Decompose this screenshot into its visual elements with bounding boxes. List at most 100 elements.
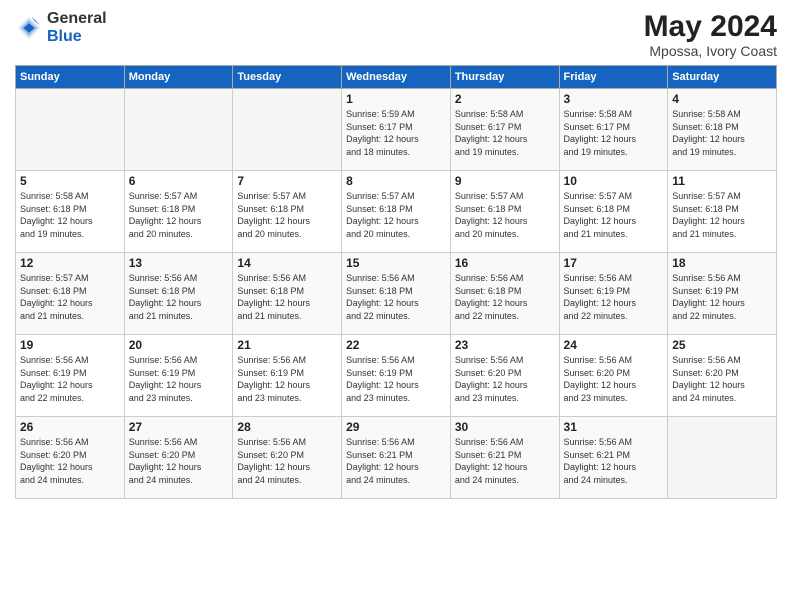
table-cell: 4 Sunrise: 5:58 AM Sunset: 6:18 PM Daylig… [668, 89, 777, 171]
table-cell: 8Sunrise: 5:57 AM Sunset: 6:18 PM Daylig… [342, 171, 451, 253]
day-info: Sunrise: 5:57 AM Sunset: 6:18 PM Dayligh… [346, 190, 446, 240]
day-info: Sunrise: 5:56 AM Sunset: 6:20 PM Dayligh… [672, 354, 772, 404]
day-info: Sunrise: 5:57 AM Sunset: 6:18 PM Dayligh… [672, 190, 772, 240]
table-cell: 31Sunrise: 5:56 AM Sunset: 6:21 PM Dayli… [559, 417, 668, 499]
day-info: Sunrise: 5:57 AM Sunset: 6:18 PM Dayligh… [237, 190, 337, 240]
calendar-header-row: Sunday Monday Tuesday Wednesday Thursday… [16, 66, 777, 89]
table-cell: 19 Sunrise: 5:56 AM Sunset: 6:19 PM Dayli… [16, 335, 125, 417]
day-number: 21 [237, 338, 337, 352]
calendar-week-1: 1 Sunrise: 5:59 AM Sunset: 6:17 PM Daylig… [16, 89, 777, 171]
day-number: 9 [455, 174, 555, 188]
day-info: Sunrise: 5:56 AM Sunset: 6:21 PM Dayligh… [346, 436, 446, 486]
table-cell: 11Sunrise: 5:57 AM Sunset: 6:18 PM Dayli… [668, 171, 777, 253]
day-number: 16 [455, 256, 555, 270]
col-monday: Monday [124, 66, 233, 89]
logo: General Blue [15, 10, 107, 45]
day-number: 24 [564, 338, 664, 352]
table-cell: 10 Sunrise: 5:57 AM Sunset: 6:18 PM Dayli… [559, 171, 668, 253]
day-number: 6 [129, 174, 229, 188]
day-number: 19 [20, 338, 120, 352]
calendar-week-4: 19 Sunrise: 5:56 AM Sunset: 6:19 PM Dayli… [16, 335, 777, 417]
table-cell: 16 Sunrise: 5:56 AM Sunset: 6:18 PM Dayli… [450, 253, 559, 335]
col-tuesday: Tuesday [233, 66, 342, 89]
logo-blue-text: Blue [47, 28, 82, 45]
day-number: 3 [564, 92, 664, 106]
day-number: 29 [346, 420, 446, 434]
col-wednesday: Wednesday [342, 66, 451, 89]
day-info: Sunrise: 5:58 AM Sunset: 6:17 PM Dayligh… [564, 108, 664, 158]
table-cell: 21Sunrise: 5:56 AM Sunset: 6:19 PM Dayli… [233, 335, 342, 417]
day-number: 27 [129, 420, 229, 434]
logo-icon [15, 14, 43, 42]
table-cell: 9Sunrise: 5:57 AM Sunset: 6:18 PM Daylig… [450, 171, 559, 253]
day-info: Sunrise: 5:56 AM Sunset: 6:19 PM Dayligh… [346, 354, 446, 404]
day-info: Sunrise: 5:56 AM Sunset: 6:20 PM Dayligh… [20, 436, 120, 486]
day-info: Sunrise: 5:56 AM Sunset: 6:18 PM Dayligh… [237, 272, 337, 322]
calendar-week-2: 5Sunrise: 5:58 AM Sunset: 6:18 PM Daylig… [16, 171, 777, 253]
header: General Blue May 2024 Mpossa, Ivory Coas… [15, 10, 777, 59]
day-number: 1 [346, 92, 446, 106]
table-cell: 7 Sunrise: 5:57 AM Sunset: 6:18 PM Daylig… [233, 171, 342, 253]
day-info: Sunrise: 5:56 AM Sunset: 6:20 PM Dayligh… [129, 436, 229, 486]
table-cell: 13 Sunrise: 5:56 AM Sunset: 6:18 PM Dayli… [124, 253, 233, 335]
table-cell: 17Sunrise: 5:56 AM Sunset: 6:19 PM Dayli… [559, 253, 668, 335]
table-cell: 1 Sunrise: 5:59 AM Sunset: 6:17 PM Daylig… [342, 89, 451, 171]
day-number: 4 [672, 92, 772, 106]
day-number: 7 [237, 174, 337, 188]
day-number: 25 [672, 338, 772, 352]
table-cell: 30Sunrise: 5:56 AM Sunset: 6:21 PM Dayli… [450, 417, 559, 499]
day-number: 28 [237, 420, 337, 434]
day-number: 13 [129, 256, 229, 270]
col-sunday: Sunday [16, 66, 125, 89]
day-info: Sunrise: 5:57 AM Sunset: 6:18 PM Dayligh… [20, 272, 120, 322]
day-number: 31 [564, 420, 664, 434]
table-cell: 18 Sunrise: 5:56 AM Sunset: 6:19 PM Dayli… [668, 253, 777, 335]
day-info: Sunrise: 5:56 AM Sunset: 6:21 PM Dayligh… [455, 436, 555, 486]
table-cell: 14 Sunrise: 5:56 AM Sunset: 6:18 PM Dayli… [233, 253, 342, 335]
calendar: Sunday Monday Tuesday Wednesday Thursday… [15, 65, 777, 499]
table-cell [16, 89, 125, 171]
calendar-week-3: 12 Sunrise: 5:57 AM Sunset: 6:18 PM Dayli… [16, 253, 777, 335]
day-number: 18 [672, 256, 772, 270]
day-info: Sunrise: 5:56 AM Sunset: 6:18 PM Dayligh… [455, 272, 555, 322]
day-info: Sunrise: 5:57 AM Sunset: 6:18 PM Dayligh… [129, 190, 229, 240]
table-cell: 25 Sunrise: 5:56 AM Sunset: 6:20 PM Dayli… [668, 335, 777, 417]
day-number: 20 [129, 338, 229, 352]
table-cell: 27 Sunrise: 5:56 AM Sunset: 6:20 PM Dayli… [124, 417, 233, 499]
day-info: Sunrise: 5:56 AM Sunset: 6:18 PM Dayligh… [346, 272, 446, 322]
logo-text: General Blue [47, 10, 107, 45]
day-info: Sunrise: 5:56 AM Sunset: 6:19 PM Dayligh… [672, 272, 772, 322]
day-info: Sunrise: 5:56 AM Sunset: 6:19 PM Dayligh… [20, 354, 120, 404]
day-number: 22 [346, 338, 446, 352]
table-cell: 6 Sunrise: 5:57 AM Sunset: 6:18 PM Daylig… [124, 171, 233, 253]
day-info: Sunrise: 5:56 AM Sunset: 6:19 PM Dayligh… [129, 354, 229, 404]
day-number: 14 [237, 256, 337, 270]
day-info: Sunrise: 5:57 AM Sunset: 6:18 PM Dayligh… [564, 190, 664, 240]
table-cell [668, 417, 777, 499]
table-cell: 5Sunrise: 5:58 AM Sunset: 6:18 PM Daylig… [16, 171, 125, 253]
col-thursday: Thursday [450, 66, 559, 89]
table-cell: 3 Sunrise: 5:58 AM Sunset: 6:17 PM Daylig… [559, 89, 668, 171]
day-info: Sunrise: 5:56 AM Sunset: 6:18 PM Dayligh… [129, 272, 229, 322]
table-cell: 12 Sunrise: 5:57 AM Sunset: 6:18 PM Dayli… [16, 253, 125, 335]
day-info: Sunrise: 5:56 AM Sunset: 6:19 PM Dayligh… [564, 272, 664, 322]
day-number: 2 [455, 92, 555, 106]
table-cell: 29 Sunrise: 5:56 AM Sunset: 6:21 PM Dayli… [342, 417, 451, 499]
day-number: 15 [346, 256, 446, 270]
day-info: Sunrise: 5:56 AM Sunset: 6:20 PM Dayligh… [564, 354, 664, 404]
day-number: 23 [455, 338, 555, 352]
table-cell: 2Sunrise: 5:58 AM Sunset: 6:17 PM Daylig… [450, 89, 559, 171]
calendar-week-5: 26 Sunrise: 5:56 AM Sunset: 6:20 PM Dayli… [16, 417, 777, 499]
title-block: May 2024 Mpossa, Ivory Coast [644, 10, 777, 59]
day-number: 12 [20, 256, 120, 270]
table-cell [233, 89, 342, 171]
table-cell: 22 Sunrise: 5:56 AM Sunset: 6:19 PM Dayli… [342, 335, 451, 417]
day-number: 5 [20, 174, 120, 188]
day-info: Sunrise: 5:59 AM Sunset: 6:17 PM Dayligh… [346, 108, 446, 158]
day-number: 26 [20, 420, 120, 434]
day-info: Sunrise: 5:58 AM Sunset: 6:18 PM Dayligh… [672, 108, 772, 158]
table-cell: 15 Sunrise: 5:56 AM Sunset: 6:18 PM Dayli… [342, 253, 451, 335]
day-number: 10 [564, 174, 664, 188]
title-month: May 2024 [644, 10, 777, 43]
day-info: Sunrise: 5:56 AM Sunset: 6:20 PM Dayligh… [237, 436, 337, 486]
